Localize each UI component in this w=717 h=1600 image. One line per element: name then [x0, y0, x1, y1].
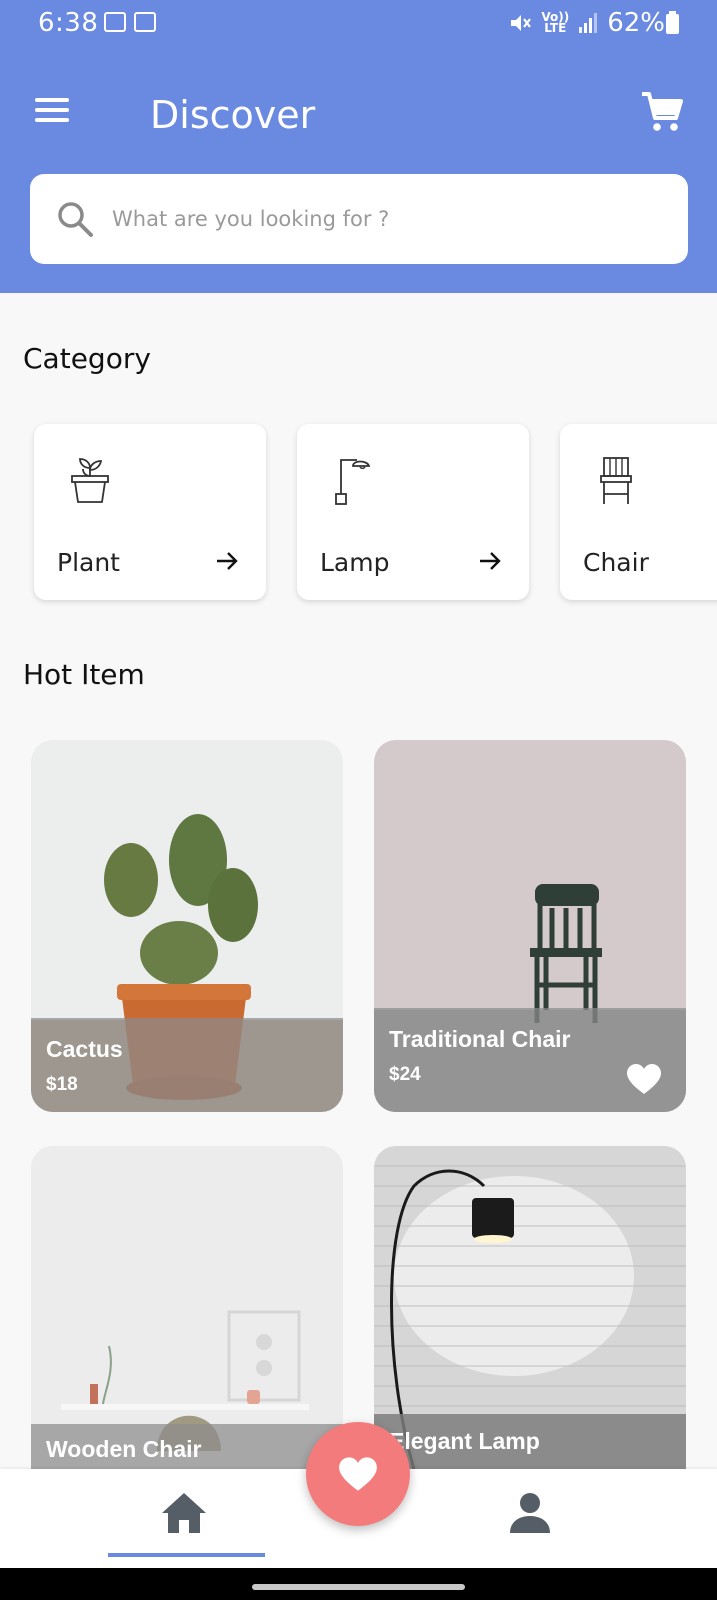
- battery-icon: [666, 11, 679, 34]
- arrow-right-icon: [480, 552, 501, 570]
- page-title: Discover: [150, 93, 316, 137]
- hot-item-section-title: Hot Item: [23, 658, 145, 691]
- heart-filled-icon[interactable]: [626, 1063, 662, 1095]
- status-time: 6:38: [38, 8, 99, 38]
- network-lte-label: LTE: [544, 21, 567, 35]
- notification-icons: [104, 12, 156, 32]
- product-name: Cactus: [46, 1036, 123, 1062]
- category-card-chair[interactable]: Chair: [560, 424, 717, 600]
- product-name: Elegant Lamp: [389, 1428, 540, 1454]
- product-info-overlay: Elegant Lamp: [374, 1414, 686, 1469]
- category-label: Lamp: [320, 548, 390, 577]
- category-label: Plant: [57, 548, 120, 577]
- arrow-right-icon: [217, 552, 238, 570]
- product-info-overlay: Wooden Chair: [31, 1424, 343, 1469]
- search-icon: [58, 202, 93, 237]
- product-price: $18: [46, 1074, 78, 1095]
- search-input[interactable]: [112, 198, 652, 240]
- category-label: Chair: [583, 548, 649, 577]
- voicemail-notification-icon: [134, 12, 156, 32]
- battery-percent: 62%: [607, 8, 665, 38]
- product-name: Wooden Chair: [46, 1436, 202, 1462]
- product-price: $24: [389, 1064, 421, 1085]
- product-card-cactus[interactable]: Cactus $18: [31, 740, 343, 1112]
- network-type: Vo)) LTE: [541, 11, 569, 35]
- product-card-wooden-chair[interactable]: Wooden Chair: [31, 1146, 343, 1469]
- mute-icon: [511, 15, 532, 31]
- product-name: Traditional Chair: [389, 1026, 571, 1052]
- product-card-traditional-chair[interactable]: Traditional Chair $24: [374, 740, 686, 1112]
- hamburger-menu-icon[interactable]: [35, 98, 71, 124]
- product-card-elegant-lamp[interactable]: Elegant Lamp: [374, 1146, 686, 1469]
- favorites-fab[interactable]: [306, 1422, 410, 1526]
- product-info-overlay: Traditional Chair $24: [374, 1008, 686, 1112]
- profile-icon[interactable]: [508, 1491, 552, 1535]
- category-card-plant[interactable]: Plant: [34, 424, 266, 600]
- signal-strength-icon: [579, 13, 598, 33]
- active-tab-indicator: [108, 1553, 265, 1557]
- shopping-cart-icon[interactable]: [640, 90, 684, 134]
- category-section-title: Category: [23, 342, 151, 375]
- gallery-notification-icon: [104, 12, 126, 32]
- category-card-lamp[interactable]: Lamp: [297, 424, 529, 600]
- system-navigation-bar: [0, 1568, 717, 1600]
- home-icon[interactable]: [160, 1491, 208, 1535]
- app-header: Discover: [0, 48, 717, 293]
- floor-lamp-icon: [335, 459, 371, 505]
- plant-pot-icon: [71, 458, 109, 503]
- status-bar: 6:38 Vo)) LTE 62%: [0, 0, 717, 48]
- status-right: Vo)) LTE 62%: [509, 8, 665, 38]
- chair-icon: [600, 457, 632, 504]
- wooden-chair-photo: [31, 1146, 343, 1469]
- search-bar[interactable]: [30, 174, 688, 264]
- heart-icon: [339, 1457, 377, 1491]
- system-home-handle[interactable]: [252, 1584, 465, 1590]
- product-info-overlay: Cactus $18: [31, 1018, 343, 1112]
